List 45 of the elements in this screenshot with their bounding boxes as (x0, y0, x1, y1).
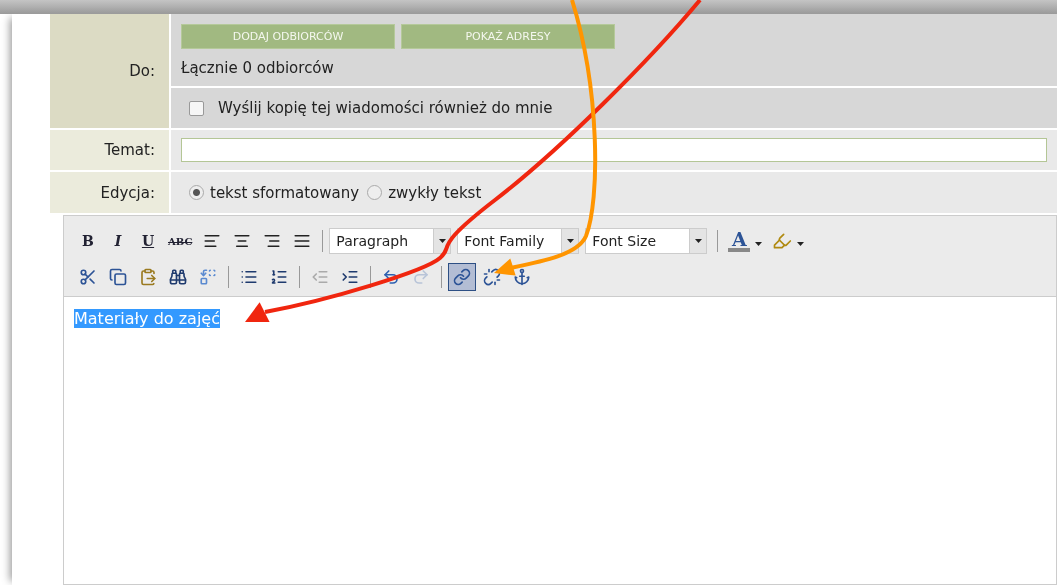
radio-button[interactable] (367, 185, 383, 200)
align-center-icon (233, 232, 252, 250)
checkbox-label: Wyślij kopię tej wiadomości również do mnie (218, 99, 553, 117)
toolbar-dropdown[interactable]: Paragraph (329, 228, 452, 254)
bold-button[interactable]: B (74, 227, 102, 255)
caret-icon (755, 242, 763, 246)
recipient-count: Łącznie 0 odbiorców (181, 58, 334, 77)
scissors-icon (79, 268, 97, 286)
caret-icon (694, 239, 702, 243)
field-label: Edycja: (50, 172, 169, 213)
bullet-list-icon (240, 268, 258, 286)
anchor-icon (513, 268, 531, 286)
radio-button[interactable] (189, 185, 204, 200)
outdent-icon (311, 268, 329, 286)
align-right-icon (263, 232, 282, 250)
radio-label: tekst sformatowany (210, 183, 360, 202)
strikethrough-button[interactable]: ABC (164, 227, 197, 255)
unlink-icon (483, 268, 501, 286)
toolbar-dropdown[interactable]: Font Family (457, 228, 580, 254)
editor-text: Materiały do zajęć (74, 309, 220, 328)
binoculars-icon (169, 268, 187, 286)
align-justify-icon (293, 232, 312, 250)
field-label: Temat: (50, 130, 169, 170)
undo-icon (382, 268, 400, 286)
toolbar-dropdown[interactable]: Font Size (585, 228, 708, 254)
text-color-button[interactable]: A (724, 227, 767, 255)
link-icon (453, 268, 471, 286)
redo-icon (412, 268, 430, 286)
highlighter-icon (772, 231, 793, 251)
checkbox[interactable] (189, 100, 204, 116)
clipboard-icon (139, 268, 157, 286)
field-label: Do: (50, 14, 169, 128)
copy-icon (109, 268, 127, 286)
caret-icon (566, 239, 574, 243)
indent-icon (341, 268, 359, 286)
italic-button[interactable]: I (104, 227, 132, 255)
underline-button[interactable]: U (134, 227, 162, 255)
caret-icon (797, 242, 805, 246)
link-button[interactable] (448, 263, 476, 291)
caret-icon (438, 239, 446, 243)
radio-label: zwykły tekst (388, 183, 482, 202)
numbered-list-icon (270, 268, 288, 286)
subject-field[interactable] (181, 138, 1047, 162)
align-left-icon (203, 232, 222, 250)
replace-icon (199, 268, 217, 286)
